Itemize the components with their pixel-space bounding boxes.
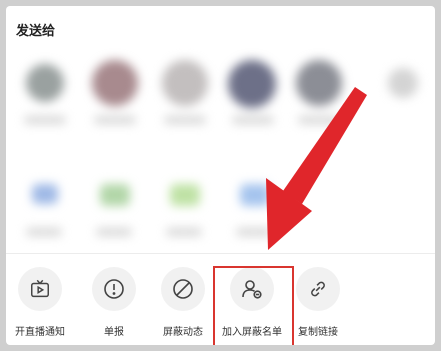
pointer-arrow xyxy=(266,87,367,250)
